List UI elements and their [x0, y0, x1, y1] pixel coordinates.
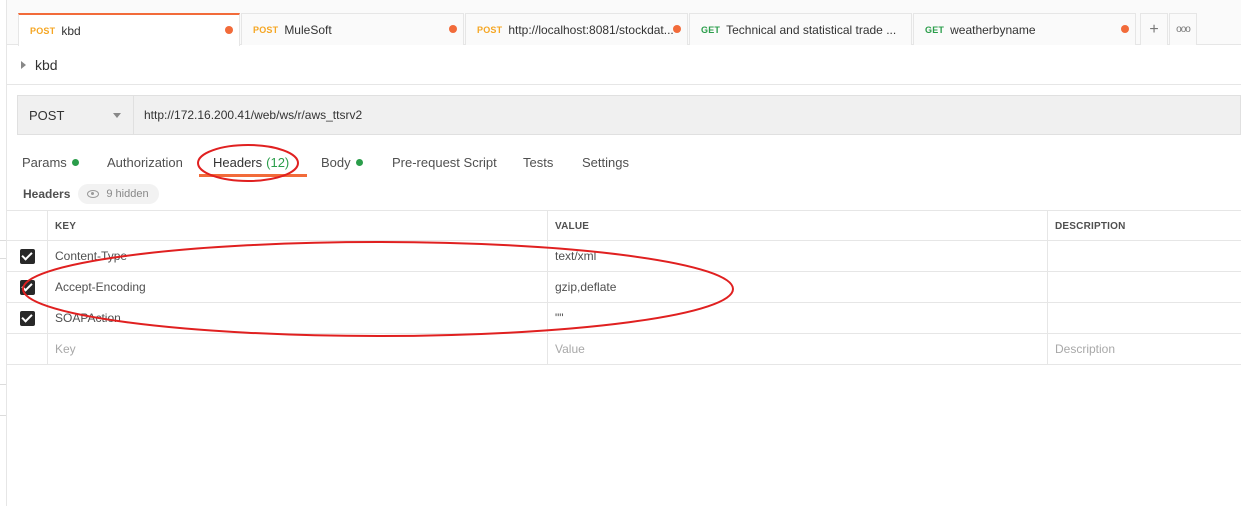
table-header-row: KEY VALUE DESCRIPTION — [7, 210, 1241, 241]
tab-title: MuleSoft — [284, 22, 332, 37]
caret-right-icon[interactable] — [21, 60, 26, 69]
method-badge: POST — [30, 25, 56, 36]
headers-toolbar: Headers 9 hidden — [23, 183, 159, 205]
key-column-header: KEY — [47, 211, 547, 241]
plus-icon: + — [1149, 20, 1159, 38]
eye-icon — [87, 190, 100, 198]
new-description-input[interactable]: Description — [1047, 334, 1241, 364]
tab-prerequest-script[interactable]: Pre-request Script — [392, 150, 497, 174]
unsaved-dot-icon — [225, 26, 233, 34]
url-bar: POST http://172.16.200.41/web/ws/r/aws_t… — [17, 95, 1241, 135]
request-tab[interactable]: POST kbd — [18, 13, 240, 46]
table-row: Accept-Encoding gzip,deflate — [7, 272, 1241, 303]
table-row: Content-Type text/xml — [7, 241, 1241, 272]
tab-label: Authorization — [107, 154, 183, 170]
request-tab[interactable]: POST http://localhost:8081/stockdat... — [465, 13, 688, 45]
new-tab-button[interactable]: + — [1140, 13, 1168, 45]
table-row: SOAPAction "" — [7, 303, 1241, 334]
tab-settings[interactable]: Settings — [582, 150, 629, 174]
checkbox-column-header — [7, 211, 47, 241]
hidden-headers-toggle[interactable]: 9 hidden — [78, 184, 159, 204]
panel-divider — [0, 258, 6, 259]
request-name-row: kbd — [7, 45, 1241, 85]
more-icon: ooo — [1176, 24, 1191, 35]
request-tabs-bar: POST kbd POST MuleSoft POST http://local… — [7, 0, 1241, 46]
more-tabs-button[interactable]: ooo — [1169, 13, 1197, 45]
tab-body[interactable]: Body — [321, 150, 363, 174]
tab-title: http://localhost:8081/stockdat... — [508, 22, 674, 37]
active-tab-underline — [199, 174, 307, 177]
row-checkbox-cell — [7, 303, 47, 333]
header-value-cell[interactable]: gzip,deflate — [547, 272, 1047, 302]
new-key-input[interactable]: Key — [47, 334, 547, 364]
header-description-cell[interactable] — [1047, 272, 1241, 302]
status-dot-icon — [71, 158, 79, 166]
header-value-cell[interactable]: text/xml — [547, 241, 1047, 271]
tab-label: Pre-request Script — [392, 154, 497, 170]
value-column-header: VALUE — [547, 211, 1047, 241]
tab-title: kbd — [61, 23, 81, 38]
checkbox-checked[interactable] — [19, 248, 35, 264]
row-checkbox-cell — [7, 334, 47, 364]
tab-params[interactable]: Params — [22, 150, 79, 174]
left-panel-edge — [0, 0, 7, 506]
method-badge: POST — [477, 24, 503, 35]
request-tab[interactable]: GET Technical and statistical trade ... — [689, 13, 912, 45]
checkbox-checked[interactable] — [19, 279, 35, 295]
checkbox-checked[interactable] — [19, 310, 35, 326]
status-dot-icon — [355, 158, 363, 166]
tab-label: Body — [321, 154, 351, 170]
tab-label: Params — [22, 154, 67, 170]
tab-authorization[interactable]: Authorization — [107, 150, 183, 174]
method-badge: GET — [925, 24, 945, 35]
tab-headers[interactable]: Headers (12) — [213, 150, 289, 174]
method-badge: POST — [253, 24, 279, 35]
tab-title: weatherbyname — [950, 22, 1036, 37]
method-select-value: POST — [29, 107, 65, 123]
tab-label: Headers — [213, 154, 263, 170]
method-select[interactable]: POST — [18, 96, 134, 134]
row-checkbox-cell — [7, 272, 47, 302]
method-badge: GET — [701, 24, 721, 35]
headers-label: Headers — [23, 187, 71, 201]
header-value-cell[interactable]: "" — [547, 303, 1047, 333]
request-tab[interactable]: GET weatherbyname — [913, 13, 1136, 45]
request-name[interactable]: kbd — [35, 57, 58, 73]
panel-divider — [0, 415, 6, 416]
header-key-cell[interactable]: Accept-Encoding — [47, 272, 547, 302]
new-value-input[interactable]: Value — [547, 334, 1047, 364]
tab-tests[interactable]: Tests — [523, 150, 553, 174]
headers-count: (12) — [266, 154, 290, 170]
header-key-cell[interactable]: Content-Type — [47, 241, 547, 271]
header-description-cell[interactable] — [1047, 303, 1241, 333]
request-tab[interactable]: POST MuleSoft — [241, 13, 464, 45]
unsaved-dot-icon — [673, 25, 681, 33]
url-input[interactable]: http://172.16.200.41/web/ws/r/aws_ttsrv2 — [134, 108, 362, 122]
panel-divider — [0, 384, 6, 385]
tab-label: Tests — [523, 154, 554, 170]
hidden-count: 9 hidden — [106, 188, 149, 200]
unsaved-dot-icon — [449, 25, 457, 33]
unsaved-dot-icon — [1121, 25, 1129, 33]
headers-table: KEY VALUE DESCRIPTION Content-Type text/… — [7, 210, 1241, 365]
tab-title: Technical and statistical trade ... — [726, 22, 897, 37]
row-checkbox-cell — [7, 241, 47, 271]
chevron-down-icon — [113, 113, 121, 118]
description-column-header: DESCRIPTION — [1047, 211, 1241, 241]
table-row-new: Key Value Description — [7, 334, 1241, 365]
panel-divider — [0, 240, 6, 241]
header-key-cell[interactable]: SOAPAction — [47, 303, 547, 333]
header-description-cell[interactable] — [1047, 241, 1241, 271]
tab-label: Settings — [582, 154, 629, 170]
